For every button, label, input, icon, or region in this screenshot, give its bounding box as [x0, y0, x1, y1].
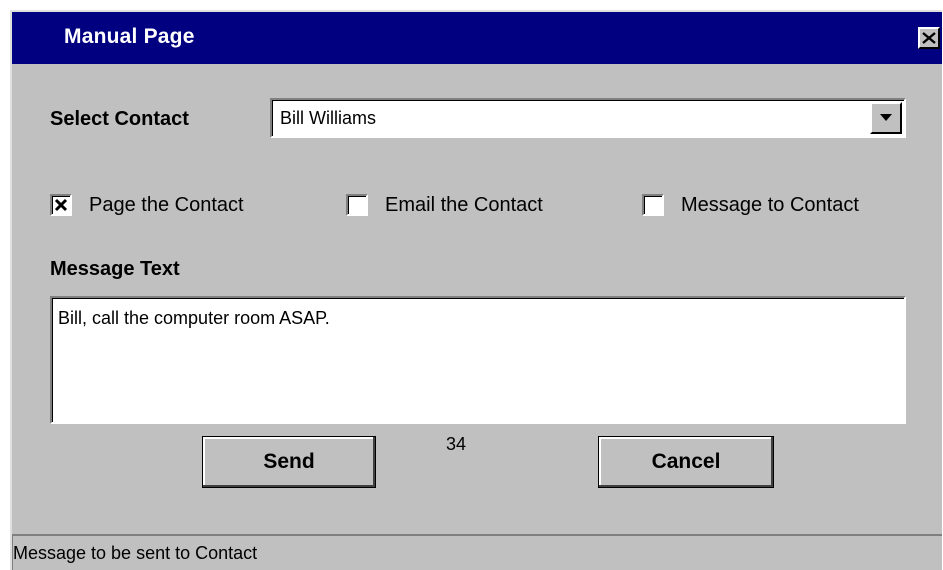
contact-select[interactable]: Bill Williams [270, 98, 906, 138]
message-textarea-value: Bill, call the computer room ASAP. [58, 308, 330, 328]
send-button[interactable]: Send [202, 436, 376, 488]
window-title: Manual Page [64, 25, 195, 48]
message-contact-checkbox[interactable] [642, 194, 664, 216]
email-contact-option[interactable]: Email the Contact [346, 190, 543, 220]
select-contact-label: Select Contact [50, 108, 189, 130]
page-contact-option[interactable]: Page the Contact [50, 190, 244, 220]
message-contact-label: Message to Contact [681, 193, 859, 216]
email-contact-label: Email the Contact [385, 193, 543, 216]
manual-page-dialog: Manual Page Select Contact Bill Williams… [10, 10, 942, 570]
message-text-label: Message Text [50, 258, 180, 280]
page-contact-label: Page the Contact [89, 193, 244, 216]
character-count: 34 [446, 434, 467, 454]
checkmark-x-icon [54, 198, 68, 212]
title-bar[interactable]: Manual Page [12, 12, 942, 64]
chevron-down-icon [880, 114, 892, 121]
contact-select-value: Bill Williams [280, 108, 376, 128]
message-textarea[interactable]: Bill, call the computer room ASAP. [50, 296, 906, 424]
contact-dropdown-button[interactable] [870, 102, 902, 134]
page-contact-checkbox[interactable] [50, 194, 72, 216]
email-contact-checkbox[interactable] [346, 194, 368, 216]
status-text: Message to be sent to Contact [13, 543, 258, 563]
message-contact-option[interactable]: Message to Contact [642, 190, 859, 220]
close-icon [922, 32, 936, 44]
status-bar: Message to be sent to Contact [12, 534, 942, 570]
close-button[interactable] [918, 27, 940, 49]
cancel-button[interactable]: Cancel [598, 436, 774, 488]
